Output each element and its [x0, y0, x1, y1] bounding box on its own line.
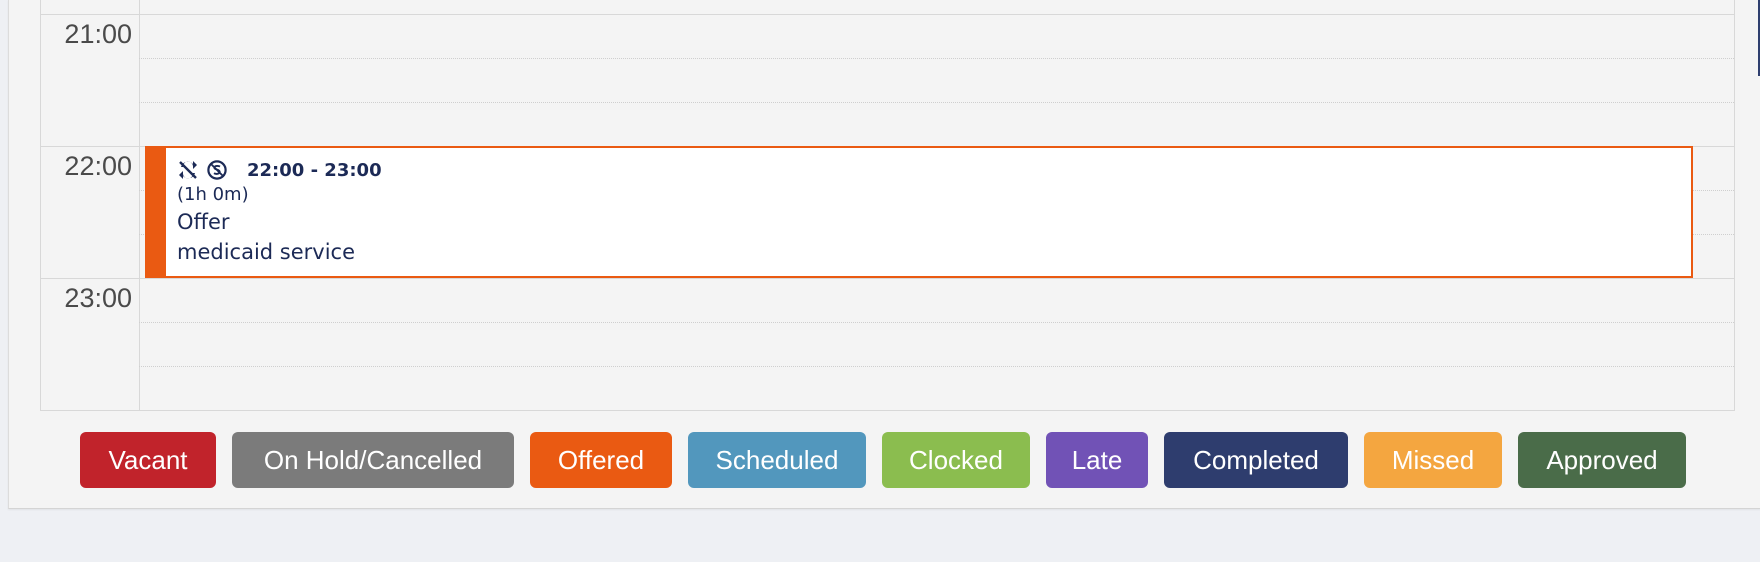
- slot-line: [139, 58, 1734, 59]
- legend-missed: Missed: [1364, 432, 1502, 488]
- time-label: 23:00: [64, 283, 132, 313]
- legend-on-hold-cancelled: On Hold/Cancelled: [232, 432, 514, 488]
- calendar-event[interactable]: 22:00 - 23:00 (1h 0m) Offer medicaid ser…: [145, 146, 1693, 278]
- status-legend: Vacant On Hold/Cancelled Offered Schedul…: [0, 432, 1760, 488]
- legend-vacant: Vacant: [80, 432, 216, 488]
- event-status: Offer: [177, 210, 230, 234]
- event-duration: (1h 0m): [177, 184, 249, 205]
- event-header: 22:00 - 23:00: [177, 157, 382, 183]
- slot-line: [139, 366, 1734, 367]
- time-label: 22:00: [64, 151, 132, 181]
- slot-line: [139, 322, 1734, 323]
- time-label: 21:00: [64, 19, 132, 49]
- legend-scheduled: Scheduled: [688, 432, 866, 488]
- legend-clocked: Clocked: [882, 432, 1030, 488]
- hour-line: [41, 278, 1734, 279]
- sync-disabled-icon: [177, 159, 199, 181]
- hour-line: [41, 14, 1734, 15]
- event-service: medicaid service: [177, 240, 356, 264]
- legend-late: Late: [1046, 432, 1148, 488]
- legend-offered: Offered: [530, 432, 672, 488]
- slot-line: [139, 102, 1734, 103]
- event-status-bar: [147, 148, 166, 276]
- event-time-range: 22:00 - 23:00: [247, 159, 382, 181]
- currency-circle-icon: [206, 159, 228, 181]
- legend-completed: Completed: [1164, 432, 1348, 488]
- legend-approved: Approved: [1518, 432, 1686, 488]
- event-content: 22:00 - 23:00 (1h 0m) Offer medicaid ser…: [177, 157, 382, 267]
- time-column: [41, 0, 140, 410]
